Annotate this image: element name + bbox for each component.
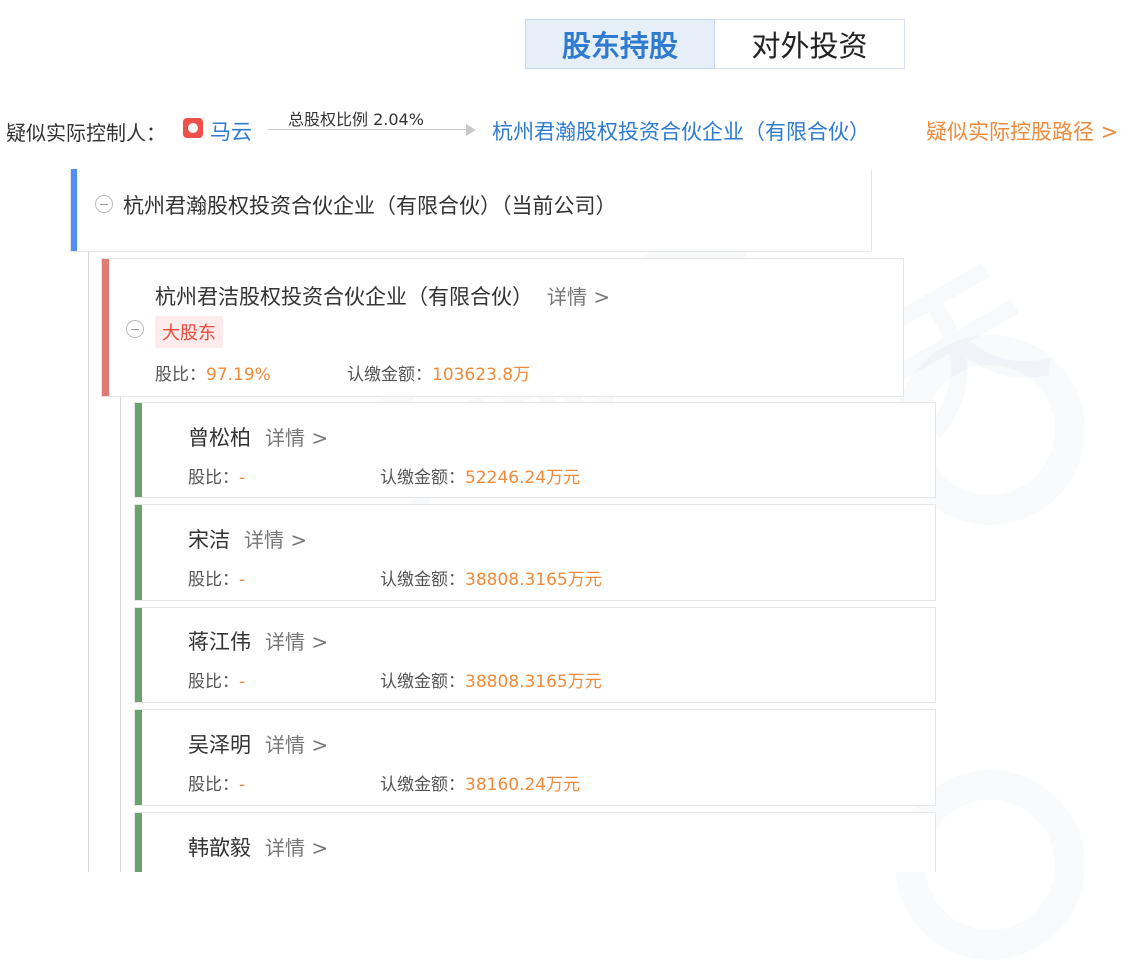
node-color-bar [135,813,142,872]
node-color-bar [135,710,142,805]
collapse-icon[interactable] [126,320,144,338]
arrow-line [268,129,468,130]
detail-link[interactable]: 详情 > [265,426,328,450]
subscribed-amount-value: 52246.24万元 [465,468,581,488]
shareholder-node: 宋洁 详情 > 股比：- 认缴金额：38808.3165万元 [134,504,936,601]
share-ratio: 股比：97.19% [155,360,271,385]
major-shareholder-badge: 大股东 [155,316,223,348]
shareholder-name-text[interactable]: 杭州君洁股权投资合伙企业（有限合伙） [155,285,533,309]
subscribed-amount-value: 103623.8万 [432,365,531,385]
detail-link[interactable]: 详情 > [265,630,328,654]
shareholder-name: 韩歆毅 详情 > [188,832,328,862]
shareholder-name: 宋洁 详情 > [188,524,307,554]
person-avatar-icon [183,118,203,138]
shareholder-name-text[interactable]: 曾松柏 [188,426,251,450]
tab-shareholders[interactable]: 股东持股 [525,19,715,69]
tab-bar: 股东持股 对外投资 [525,19,909,71]
subscribed-amount: 认缴金额：103623.8万 [347,360,530,385]
share-ratio: 股比：- [188,565,245,590]
shareholder-node: 曾松柏 详情 > 股比：- 认缴金额：52246.24万元 [134,402,936,498]
share-ratio-value: - [239,672,246,692]
shareholder-name-text[interactable]: 蒋江伟 [188,630,251,654]
root-company-title: 杭州君瀚股权投资合伙企业（有限合伙）（当前公司） [123,194,617,218]
share-ratio-value: - [239,468,246,488]
subscribed-amount-label: 认缴金额： [347,365,432,385]
shareholder-name: 吴泽明 详情 > [188,729,328,759]
shareholder-name: 蒋江伟 详情 > [188,626,328,656]
subscribed-amount-value: 38160.24万元 [465,775,581,795]
collapse-icon[interactable] [95,195,113,213]
shareholder-name: 曾松柏 详情 > [188,422,328,452]
shareholder-name: 杭州君洁股权投资合伙企业（有限合伙） 详情 > [155,281,610,311]
arrow-right-icon [466,124,476,136]
subscribed-amount: 认缴金额：38808.3165万元 [380,565,602,590]
shareholder-node: 吴泽明 详情 > 股比：- 认缴金额：38160.24万元 [134,709,936,806]
share-ratio-label: 股比： [188,570,239,590]
share-ratio-label: 股比： [155,365,206,385]
detail-link[interactable]: 详情 > [244,528,307,552]
share-ratio-value: - [239,570,246,590]
shareholder-node: 韩歆毅 详情 > [134,812,936,872]
detail-link[interactable]: 详情 > [547,285,610,309]
node-color-bar [71,169,77,251]
node-color-bar [135,505,142,600]
node-color-bar [135,608,142,702]
tab-investments[interactable]: 对外投资 [715,19,905,69]
share-ratio-label: 股比： [188,775,239,795]
detail-link[interactable]: 详情 > [265,733,328,757]
tree-connector [88,252,89,872]
subscribed-amount: 认缴金额：38160.24万元 [380,770,580,795]
node-color-bar [102,259,109,396]
subscribed-amount-label: 认缴金额： [380,468,465,488]
share-ratio-label: 股比： [188,672,239,692]
controller-name-link[interactable]: 马云 [210,116,252,146]
share-ratio-value: 97.19% [206,365,271,385]
actual-controller-row: 疑似实际控制人： 马云 总股权比例 2.04% 杭州君瀚股权投资合伙企业（有限合… [0,100,1146,160]
subscribed-amount-value: 38808.3165万元 [465,672,602,692]
subscribed-amount-label: 认缴金额： [380,672,465,692]
total-ratio-label: 总股权比例 2.04% [288,110,424,129]
subscribed-amount-value: 38808.3165万元 [465,570,602,590]
subscribed-amount: 认缴金额：38808.3165万元 [380,667,602,692]
share-ratio: 股比：- [188,667,245,692]
share-ratio: 股比：- [188,770,245,795]
tree-connector [120,396,121,872]
shareholder-name-text[interactable]: 宋洁 [188,528,230,552]
shareholder-name-text[interactable]: 韩歆毅 [188,836,251,860]
share-ratio-label: 股比： [188,468,239,488]
major-shareholder-node: 杭州君洁股权投资合伙企业（有限合伙） 详情 > 大股东 股比：97.19% 认缴金… [101,258,904,397]
detail-link[interactable]: 详情 > [265,836,328,860]
subscribed-amount-label: 认缴金额： [380,775,465,795]
share-ratio-value: - [239,775,246,795]
controller-label: 疑似实际控制人： [6,121,166,145]
control-path-link[interactable]: 疑似实际控股路径 > [926,116,1118,146]
shareholder-node: 蒋江伟 详情 > 股比：- 认缴金额：38808.3165万元 [134,607,936,703]
share-ratio: 股比：- [188,463,245,488]
subscribed-amount-label: 认缴金额： [380,570,465,590]
shareholder-name-text[interactable]: 吴泽明 [188,733,251,757]
node-color-bar [135,403,142,497]
subscribed-amount: 认缴金额：52246.24万元 [380,463,580,488]
target-company-link[interactable]: 杭州君瀚股权投资合伙企业（有限合伙） [492,116,870,146]
root-company-node: 杭州君瀚股权投资合伙企业（有限合伙）（当前公司） [70,169,872,252]
